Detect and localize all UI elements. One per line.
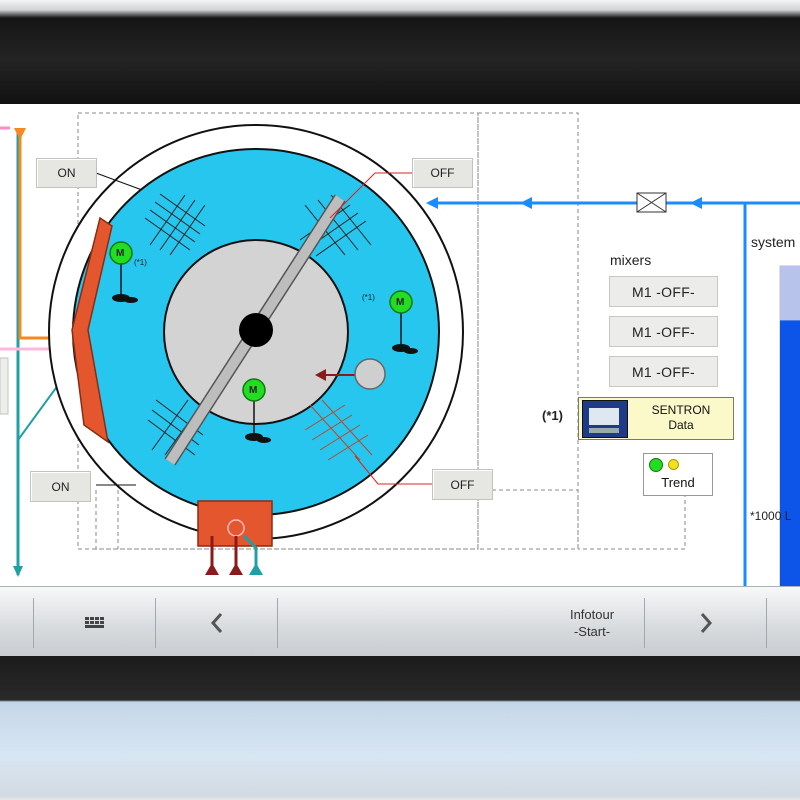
- motor-tag: M: [396, 297, 405, 308]
- pump-off-button[interactable]: OFF: [432, 469, 493, 500]
- teal-arrow-down: [13, 566, 23, 577]
- previous-button[interactable]: [156, 598, 277, 648]
- sentron-label: SENTRON: [651, 403, 711, 417]
- trend-button[interactable]: Trend: [643, 453, 713, 496]
- keyboard-button[interactable]: [34, 598, 155, 648]
- sentron-data-button[interactable]: SENTRON Data: [578, 397, 734, 440]
- sentron-data-label: Data: [668, 418, 694, 432]
- status-lamp-green-icon: [649, 458, 663, 472]
- keyboard-icon: [84, 617, 104, 628]
- motor-tag: M: [116, 248, 125, 259]
- sentron-device-icon: [582, 400, 628, 438]
- drain-on-button[interactable]: ON: [30, 471, 91, 502]
- tank-level-fill: [780, 320, 800, 586]
- footnote-marker: (*1): [542, 408, 563, 423]
- system-label: system: [751, 234, 796, 250]
- trend-label: Trend: [661, 475, 695, 490]
- chevron-right-icon: [700, 613, 712, 633]
- monitor-bezel-bottom: [0, 656, 800, 800]
- mixers-title: mixers: [610, 252, 652, 268]
- chevron-left-icon: [210, 613, 222, 633]
- monitor-bezel-top: [0, 0, 800, 104]
- infotour-start-button[interactable]: Infotour -Start-: [540, 598, 644, 648]
- pump-icon: [354, 358, 386, 390]
- mixer-2-button[interactable]: M1 -OFF-: [609, 316, 718, 347]
- nav-divider: [766, 598, 767, 648]
- motor-tag: M: [249, 385, 258, 396]
- orange-arrow-down: [14, 128, 26, 140]
- note-marker: (*1): [134, 258, 147, 267]
- tank-headspace: [780, 266, 800, 324]
- infotour-label: Infotour: [569, 607, 615, 622]
- mixer-1-button[interactable]: M1 -OFF-: [609, 276, 718, 307]
- status-lamp-yellow-icon: [668, 459, 679, 470]
- agitator-on-button[interactable]: ON: [36, 158, 97, 188]
- next-button[interactable]: [645, 598, 766, 648]
- heater-off-button[interactable]: OFF: [412, 158, 473, 188]
- pipe-filter-icon: [636, 192, 667, 213]
- nav-divider: [277, 598, 278, 648]
- infotour-start-label: -Start-: [573, 624, 611, 639]
- note-marker: (*1): [362, 293, 375, 302]
- mixer-3-button[interactable]: M1 -OFF-: [609, 356, 718, 387]
- tank-capacity-note: *1000 L: [750, 509, 792, 523]
